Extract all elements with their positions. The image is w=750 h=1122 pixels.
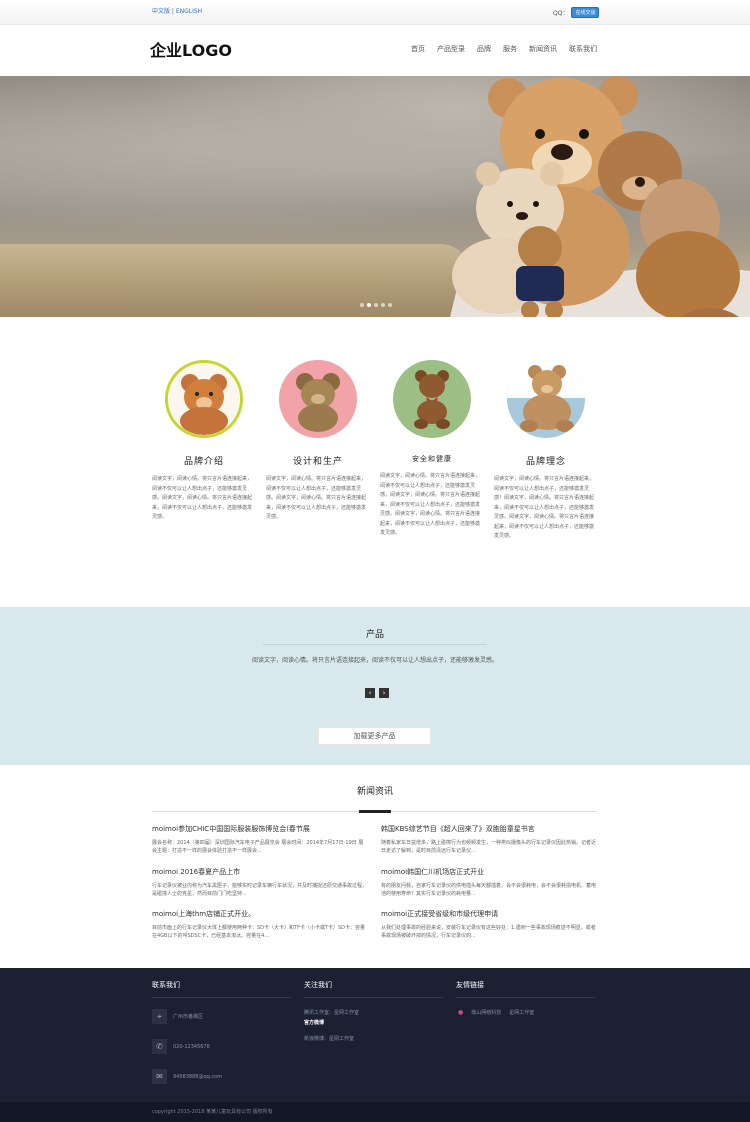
location-pin-icon: ⌖ — [152, 1009, 167, 1024]
news-item-summary: 行车记录仪被业内称为汽车黑匣子，能够实时记录车辆行车状况，并及时捕捉还原交通事故… — [152, 883, 368, 897]
qq-label: QQ： — [553, 10, 569, 17]
news-item-summary: 展会名称：2014（第四届）深圳国际汽车电子产品展览会 展会时间：2014年7月… — [152, 840, 364, 854]
features-section: 品牌介绍 阅读文字，阅读心情。将只言片语连接起来，阅读不仅可以让人想出点子，还能… — [0, 317, 750, 607]
feature-title: 安全和健康 — [412, 455, 452, 463]
news-item[interactable]: moimoi正式接受省级和市级代理申请 从我们处理事故的经验来说，安装行车记录仪… — [381, 909, 596, 940]
footer-links: 友情链接 — [456, 980, 596, 998]
footer-follow: 关注我们 — [304, 980, 444, 998]
feature-design-production: 设计和生产 阅读文字，阅读心情。将只言片语连接起来，阅读不仅可以让人想出点子，还… — [266, 360, 370, 523]
qq-contact: QQ： 在线交谈 — [553, 7, 600, 18]
address-text: 广州市番禺区 — [173, 1014, 204, 1020]
follow-sina-text[interactable]: 新浪微博：星网工作室 — [304, 1035, 354, 1042]
bullet-icon: ● — [458, 1009, 464, 1016]
feature-description: 阅读文字，阅读心情。将只言片语连接起来，阅读不仅可以让人想出点子，还能够激发灵感… — [152, 476, 253, 520]
teddy-bears-illustration — [450, 76, 750, 317]
friend-link[interactable]: 鼎山网络科技 — [471, 1009, 501, 1016]
copyright-bar: copyright 2015-2018 某某儿童玩具有公司 版权所有 — [0, 1102, 750, 1122]
nav-item-catalog[interactable]: 产品型录 — [437, 44, 465, 54]
news-title: 新闻资讯 — [356, 787, 393, 797]
footer-links-heading: 友情链接 — [456, 980, 596, 998]
carousel-dots — [360, 303, 392, 307]
teddy-icon — [507, 360, 585, 432]
news-item-title[interactable]: moimoi正式接受省级和市级代理申请 — [381, 909, 596, 919]
news-divider-accent — [359, 810, 391, 813]
news-item-summary: 目前市面上的行车记录仪大体上都使用两种卡：SD卡（大卡）和TF卡（小卡或T卡）S… — [152, 925, 366, 939]
design-production-image[interactable] — [279, 360, 357, 438]
carousel-dot-active[interactable] — [367, 303, 371, 307]
prev-arrow-button[interactable]: ‹ — [365, 688, 375, 698]
footer-address: ⌖ 广州市番禺区 — [152, 1009, 203, 1024]
teddy-icon — [296, 373, 340, 432]
products-title: 产品 — [365, 630, 384, 640]
feature-title: 品牌理念 — [525, 457, 566, 467]
feature-brand-intro: 品牌介绍 阅读文字，阅读心情。将只言片语连接起来，阅读不仅可以让人想出点子，还能… — [152, 360, 256, 523]
news-item-title[interactable]: moimoi 2016春夏产品上市 — [152, 867, 367, 877]
carousel-dot[interactable] — [381, 303, 385, 307]
news-item-summary: 有的朋友问我，自家行车记录仪的供电插头每天都插着，会不会很耗电，会不会很耗损电机… — [381, 883, 597, 897]
news-item[interactable]: moimoi参加CHIC中国国际服装服饰博览会(春节展 展会名称：2014（第四… — [152, 824, 367, 855]
phone-icon: ✆ — [152, 1039, 167, 1054]
site-footer: 联系我们 ⌖ 广州市番禺区 ✆ 020-12345678 ✉ 94583888@… — [0, 968, 750, 1102]
footer-contact: 联系我们 — [152, 980, 292, 998]
mail-icon: ✉ — [152, 1069, 167, 1084]
news-item[interactable]: 韩国KBS综艺节目《超人回来了》双胞胎童星书言 随着私家车日益增多，路上碰擦行为… — [381, 824, 596, 855]
footer-follow-heading: 关注我们 — [304, 980, 444, 998]
feature-description: 阅读文字，阅读心情。将只言片语连接起来，阅读不仅可以让人想出点子，还能够激发灵感… — [266, 476, 367, 520]
products-carousel-controls: ‹ › — [365, 688, 389, 698]
nav-item-contact[interactable]: 联系我们 — [569, 44, 597, 54]
products-section: 产品 阅读文字，阅读心情。将只言片语连接起来，阅读不仅可以让人想出点子，还能够激… — [0, 607, 750, 765]
feature-description: 阅读文字，阅读心情。将只言片语连接起来，阅读不仅可以让人想出点子，还能够激发灵感… — [494, 476, 595, 539]
news-item[interactable]: moimoi 2016春夏产品上市 行车记录仪被业内称为汽车黑匣子，能够实时记录… — [152, 867, 367, 898]
follow-weibo-label[interactable]: 官方微博 — [304, 1019, 359, 1026]
news-item-title[interactable]: moimoi上海thm店铺正式开业。 — [152, 909, 367, 919]
carousel-dot[interactable] — [388, 303, 392, 307]
main-nav: 首页 产品型录 品牌 服务 新闻资讯 联系我们 — [411, 44, 597, 54]
site-logo[interactable]: 企业LOGO — [150, 37, 232, 61]
news-item-title[interactable]: moimoi参加CHIC中国国际服装服饰博览会(春节展 — [152, 824, 367, 834]
feature-description: 阅读文字，阅读心情。将只言片语连接起来，阅读不仅可以让人想出点子，还能够激发灵感… — [380, 473, 481, 536]
news-item-summary: 从我们处理事故的经验来说，安装行车记录仪有这些好处：1.遇到一些事故现场痕迹不明… — [381, 925, 596, 939]
nav-item-service[interactable]: 服务 — [503, 44, 517, 54]
banner-sofa — [0, 244, 470, 317]
feature-title: 品牌介绍 — [183, 457, 224, 467]
news-item[interactable]: moimoi韩国仁川机场店正式开业 有的朋友问我，自家行车记录仪的供电插头每天都… — [381, 867, 596, 898]
email-text[interactable]: 94583888@qq.com — [173, 1074, 222, 1080]
news-section: 新闻资讯 moimoi参加CHIC中国国际服装服饰博览会(春节展 展会名称：20… — [0, 765, 750, 968]
footer-contact-heading: 联系我们 — [152, 980, 292, 998]
qq-chat-button[interactable]: 在线交谈 — [571, 7, 600, 18]
copyright-text: copyright 2015-2018 某某儿童玩具有公司 版权所有 — [152, 1109, 273, 1115]
brand-intro-image[interactable] — [165, 360, 243, 438]
phone-text: 020-12345678 — [173, 1043, 210, 1050]
nav-item-brand[interactable]: 品牌 — [477, 44, 491, 54]
news-item[interactable]: moimoi上海thm店铺正式开业。 目前市面上的行车记录仪大体上都使用两种卡：… — [152, 909, 367, 940]
follow-tencent-text[interactable]: 腾讯工作室：星网工作室 — [304, 1009, 359, 1016]
carousel-dot[interactable] — [374, 303, 378, 307]
site-header: 企业LOGO 首页 产品型录 品牌 服务 新闻资讯 联系我们 — [0, 25, 750, 76]
products-divider — [263, 644, 487, 645]
teddy-icon — [414, 370, 450, 429]
feature-safety-health: 安全和健康 阅读文字，阅读心情。将只言片语连接起来，阅读不仅可以让人想出点子，还… — [380, 360, 484, 539]
nav-item-news[interactable]: 新闻资讯 — [529, 44, 557, 54]
products-description: 阅读文字，阅读心情。将只言片语连接起来，阅读不仅可以让人想出点子，还能够激发灵感… — [251, 657, 498, 664]
feature-title: 设计和生产 — [292, 457, 343, 467]
carousel-dot[interactable] — [360, 303, 364, 307]
news-item-summary: 随着私家车日益增多，路上碰擦行为也频频发生，一种类似摄像头的行车记录仪因此热销。… — [381, 840, 597, 854]
hero-banner[interactable] — [0, 76, 750, 317]
feature-brand-concept: 品牌理念 阅读文字，阅读心情。将只言片语连接起来，阅读不仅可以让人想出点子，还能… — [494, 360, 598, 542]
friend-links: ● 鼎山网络科技 星网工作室 — [458, 1009, 534, 1016]
news-item-title[interactable]: 韩国KBS综艺节目《超人回来了》双胞胎童星书言 — [381, 824, 596, 834]
top-bar: 中文版 | ENGLISH QQ： 在线交谈 — [0, 0, 750, 25]
teddy-icon — [168, 363, 240, 435]
footer-email: ✉ 94583888@qq.com — [152, 1069, 222, 1084]
footer-phone: ✆ 020-12345678 — [152, 1039, 210, 1054]
news-item-title[interactable]: moimoi韩国仁川机场店正式开业 — [381, 867, 596, 877]
friend-link[interactable]: 星网工作室 — [509, 1009, 534, 1016]
brand-concept-image[interactable] — [507, 360, 585, 438]
load-more-products-button[interactable]: 加载更多产品 — [318, 727, 431, 745]
next-arrow-button[interactable]: › — [379, 688, 389, 698]
nav-item-home[interactable]: 首页 — [411, 44, 425, 54]
language-switcher[interactable]: 中文版 | ENGLISH — [152, 6, 202, 15]
follow-tencent: 腾讯工作室：星网工作室 官方微博 — [304, 1009, 359, 1026]
safety-health-image[interactable] — [393, 360, 471, 438]
